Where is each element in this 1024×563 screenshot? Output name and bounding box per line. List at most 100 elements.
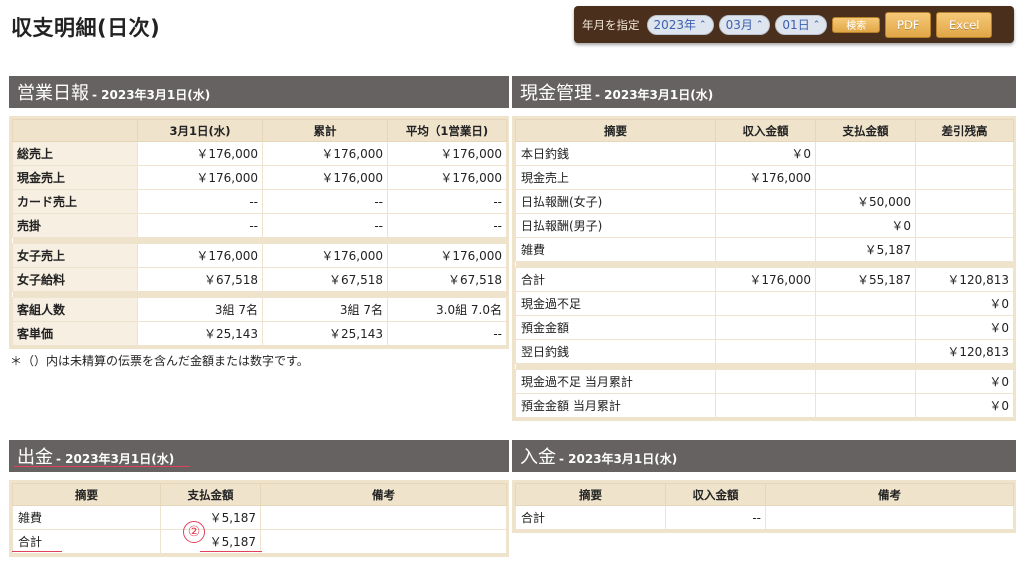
table-cell: ￥5,187 <box>815 237 916 262</box>
table-cell: 3組 7名 <box>137 297 263 322</box>
table-cell: 本日釣銭 <box>515 141 716 166</box>
table-row: 預金金額 当月累計 ￥0 <box>515 393 1014 418</box>
table-cell: 合計 <box>12 529 161 554</box>
column-header: 摘要 <box>12 483 161 506</box>
table-row: 現金過不足 当月累計 ￥0 <box>515 369 1014 394</box>
table-cell: -- <box>665 505 766 530</box>
withdrawal-header: 出金 - 2023年3月1日(水) <box>9 440 509 472</box>
table-cell <box>915 141 1014 166</box>
annotation-underline <box>14 466 190 467</box>
table-cell: ￥55,187 <box>815 267 916 292</box>
section-title: 入金 <box>520 447 556 468</box>
column-header: 備考 <box>765 483 1014 506</box>
table-cell: 現金過不足 <box>515 291 716 316</box>
table-cell: 預金金額 当月累計 <box>515 393 716 418</box>
table-cell: ￥25,143 <box>137 321 263 346</box>
date-filter-label: 年月を指定 <box>582 17 640 32</box>
table-cell <box>715 213 816 238</box>
table-cell: -- <box>137 213 263 238</box>
column-header: 支払金額 <box>815 119 916 142</box>
table-row: 雑費 ￥5,187 <box>12 505 507 530</box>
table-cell <box>815 393 916 418</box>
table-cell: 女子売上 <box>12 243 138 268</box>
deposit-table-frame: 摘要 収入金額 備考 合計 -- <box>512 480 1016 533</box>
table-cell: 合計 <box>515 505 666 530</box>
table-cell: ￥0 <box>915 393 1014 418</box>
table-cell: ￥120,813 <box>915 339 1014 364</box>
table-cell: ￥176,000 <box>262 141 388 166</box>
table-cell: ￥176,000 <box>715 267 816 292</box>
table-row: 現金過不足 ￥0 <box>515 291 1014 316</box>
search-button[interactable]: 検索 <box>832 16 881 33</box>
cash-management-table: 摘要 収入金額 支払金額 差引残高 本日釣銭 ￥0 現金売上 ￥176,000 日払報酬… <box>515 119 1014 418</box>
year-select[interactable]: 2023年 ⌃ <box>646 14 714 35</box>
table-row: 客単価 ￥25,143 ￥25,143 -- <box>12 321 507 346</box>
date-toolbar: 年月を指定 2023年 ⌃ 03月 ⌃ 01日 ⌃ 検索 PDF Excel <box>574 6 1014 43</box>
table-cell <box>815 291 916 316</box>
section-date: - 2023年3月1日(水) <box>559 451 678 466</box>
table-cell <box>915 237 1014 262</box>
table-cell: ￥176,000 <box>387 243 507 268</box>
table-cell: ￥176,000 <box>262 243 388 268</box>
table-cell: 3.0組 7.0名 <box>387 297 507 322</box>
table-cell: 預金金額 <box>515 315 716 340</box>
sales-report-header: 営業日報 - 2023年3月1日(水) <box>9 76 509 108</box>
month-value: 03月 <box>725 18 753 32</box>
table-cell: ￥0 <box>915 291 1014 316</box>
table-cell: ￥0 <box>715 141 816 166</box>
day-value: 01日 <box>782 18 810 32</box>
table-cell: ￥0 <box>815 213 916 238</box>
table-cell: ￥176,000 <box>387 141 507 166</box>
cash-management-table-frame: 摘要 収入金額 支払金額 差引残高 本日釣銭 ￥0 現金売上 ￥176,000 日払報酬… <box>512 116 1016 421</box>
table-row: 現金売上 ￥176,000 <box>515 165 1014 190</box>
table-cell: ￥176,000 <box>137 243 263 268</box>
annotation-marker: ② <box>183 521 205 543</box>
table-cell <box>715 393 816 418</box>
table-row: 合計 ￥5,187 <box>12 529 507 554</box>
month-select[interactable]: 03月 ⌃ <box>718 14 771 35</box>
table-cell <box>260 529 507 554</box>
table-row: 女子給料 ￥67,518 ￥67,518 ￥67,518 <box>12 267 507 292</box>
table-cell <box>765 505 1014 530</box>
table-cell <box>260 505 507 530</box>
pdf-button[interactable]: PDF <box>885 11 932 38</box>
deposit-table: 摘要 収入金額 備考 合計 -- <box>515 483 1014 530</box>
column-header: 収入金額 <box>665 483 766 506</box>
table-cell: -- <box>262 189 388 214</box>
excel-button[interactable]: Excel <box>936 11 993 38</box>
table-cell <box>815 165 916 190</box>
table-cell: ￥176,000 <box>715 165 816 190</box>
column-header: 収入金額 <box>715 119 816 142</box>
table-cell: -- <box>387 321 507 346</box>
table-cell: -- <box>387 189 507 214</box>
table-cell: 翌日釣銭 <box>515 339 716 364</box>
table-cell: -- <box>137 189 263 214</box>
table-cell: 日払報酬(男子) <box>515 213 716 238</box>
table-row: 売掛 -- -- -- <box>12 213 507 238</box>
table-row: 雑費 ￥5,187 <box>515 237 1014 262</box>
cash-management-header: 現金管理 - 2023年3月1日(水) <box>512 76 1016 108</box>
column-header: 平均（1営業日) <box>387 119 507 142</box>
annotation-underline <box>200 551 262 552</box>
withdrawal-table-frame: 摘要 支払金額 備考 雑費 ￥5,187 合計 ￥5,187 <box>9 480 509 557</box>
table-cell <box>715 291 816 316</box>
page-title: 収支明細(日次) <box>11 16 161 40</box>
table-cell: ￥176,000 <box>137 141 263 166</box>
table-cell: 客単価 <box>12 321 138 346</box>
section-date: - 2023年3月1日(水) <box>92 87 211 102</box>
column-header: 備考 <box>260 483 507 506</box>
column-header: 支払金額 <box>160 483 261 506</box>
year-value: 2023年 <box>653 18 697 32</box>
table-row: 日払報酬(女子) ￥50,000 <box>515 189 1014 214</box>
table-row: 客組人数 3組 7名 3組 7名 3.0組 7.0名 <box>12 297 507 322</box>
table-cell: 3組 7名 <box>262 297 388 322</box>
table-cell: ￥176,000 <box>137 165 263 190</box>
table-cell: 客組人数 <box>12 297 138 322</box>
section-date: - 2023年3月1日(水) <box>56 451 175 466</box>
table-cell: 雑費 <box>515 237 716 262</box>
chevron-updown-icon: ⌃ <box>699 19 707 30</box>
sales-report-table: 3月1日(水) 累計 平均（1営業日) 総売上 ￥176,000 ￥176,000 ￥… <box>12 119 507 346</box>
table-cell <box>815 339 916 364</box>
day-select[interactable]: 01日 ⌃ <box>775 14 828 35</box>
section-title: 営業日報 <box>17 83 89 104</box>
